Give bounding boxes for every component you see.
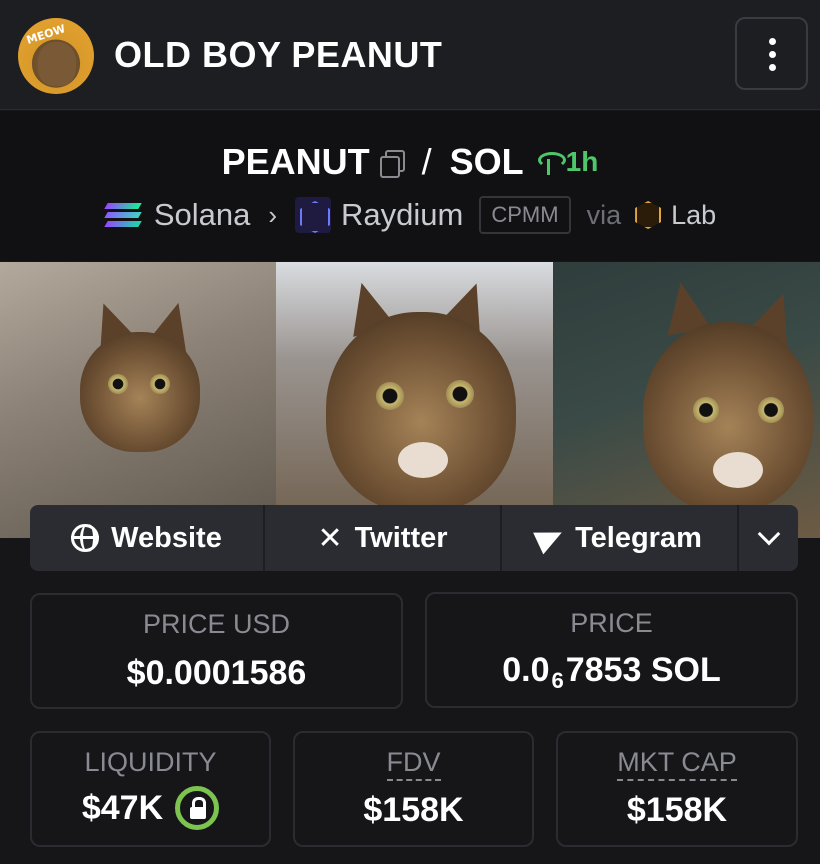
cat-eye (693, 397, 719, 423)
price-value: 0.0 6 7853 SOL (427, 651, 796, 693)
price-usd-card: PRICE USD $0.0001586 (30, 593, 403, 709)
chevron-right-icon: › (268, 199, 278, 230)
website-link[interactable]: Website (30, 505, 265, 571)
x-logo-icon: ✕ (317, 520, 343, 556)
cat-photo-1 (0, 262, 276, 538)
cat-eye (108, 374, 128, 394)
liquidity-label: LIQUIDITY (84, 747, 217, 777)
cat-photo-3 (553, 262, 820, 538)
quote-symbol: SOL (449, 141, 524, 182)
price-prefix: 0.0 (502, 651, 550, 689)
cat-eye (758, 397, 784, 423)
cat-eye (446, 380, 474, 408)
cat-avatar-image (38, 42, 76, 86)
liquidity-value: $47K (81, 788, 164, 827)
more-menu-button[interactable] (735, 17, 808, 90)
cat-head (80, 332, 200, 452)
cat-muzzle (398, 442, 448, 478)
pair-title: PEANUT / SOL 1h (0, 137, 820, 187)
token-name: OLD BOY PEANUT (114, 34, 443, 75)
base-symbol: PEANUT (221, 141, 370, 182)
price-suffix: 7853 SOL (565, 651, 721, 689)
telegram-icon (533, 521, 567, 555)
website-label: Website (111, 521, 222, 554)
telegram-link[interactable]: Telegram (502, 505, 739, 571)
pair-age: 1h (536, 146, 599, 178)
price-usd-value: $0.0001586 (126, 654, 307, 692)
token-banner (0, 262, 820, 538)
price-label: PRICE (570, 608, 653, 638)
token-header: MEOW OLD BOY PEANUT (0, 0, 820, 110)
pair-age-value: 1h (565, 146, 599, 177)
via-source-link[interactable]: Lab (671, 200, 716, 231)
solana-icon (104, 200, 144, 230)
pair-info: PEANUT / SOL 1h Solana › Raydium CPMM vi… (0, 111, 820, 261)
cat-head (326, 312, 516, 512)
cat-eye (150, 374, 170, 394)
price-usd-label: PRICE USD (142, 609, 291, 639)
mkt-cap-value: $158K (626, 791, 728, 829)
liquidity-value-row: $47K (32, 786, 269, 830)
fdv-label[interactable]: FDV (386, 747, 441, 781)
price-card: PRICE 0.0 6 7853 SOL (425, 592, 798, 708)
telegram-label: Telegram (575, 521, 702, 554)
via-label: via (586, 199, 622, 230)
mkt-cap-card: MKT CAP $158K (556, 731, 798, 847)
more-links-button[interactable] (739, 505, 798, 571)
price-zero-count: 6 (551, 667, 564, 693)
lock-icon[interactable] (175, 786, 220, 830)
cat-photo-2 (276, 262, 553, 538)
fdv-value: $158K (363, 791, 464, 829)
sprout-icon (536, 149, 566, 175)
raydium-icon (295, 197, 332, 233)
token-avatar: MEOW (18, 18, 94, 94)
more-vertical-icon-dot (769, 64, 776, 71)
social-links: Website ✕ Twitter Telegram (30, 505, 798, 571)
twitter-link[interactable]: ✕ Twitter (265, 505, 502, 571)
globe-icon (71, 524, 100, 552)
copy-icon[interactable] (378, 148, 405, 178)
liquidity-card: LIQUIDITY $47K (30, 731, 271, 847)
pair-separator: / (421, 141, 432, 182)
chain-link[interactable]: Solana (154, 197, 251, 233)
more-vertical-icon (769, 38, 776, 45)
chevron-down-icon (757, 522, 780, 546)
fdv-card: FDV $158K (293, 731, 534, 847)
more-vertical-icon-dot (769, 51, 776, 58)
mkt-cap-label[interactable]: MKT CAP (617, 747, 737, 781)
twitter-label: Twitter (354, 521, 448, 554)
dex-breadcrumb: Solana › Raydium CPMM via Lab (0, 193, 820, 237)
cat-eye (376, 382, 404, 410)
pool-type-badge: CPMM (479, 196, 571, 234)
lab-icon (635, 201, 662, 229)
cat-muzzle (713, 452, 763, 488)
dex-link[interactable]: Raydium (341, 197, 463, 233)
